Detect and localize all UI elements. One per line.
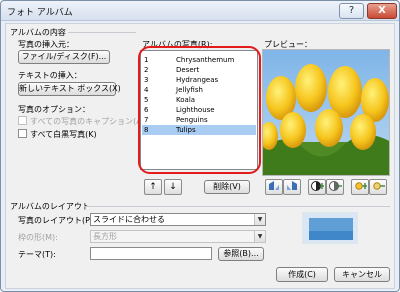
photo-album-dialog: フォト アルバム ? X アルバムの内容 写真の挿入元： ファイル/ディスク(F… <box>0 0 400 292</box>
tulips-preview-image <box>262 49 390 176</box>
theme-label: テーマ(T): <box>18 250 56 259</box>
window-title: フォト アルバム <box>7 8 73 18</box>
brightness-down-icon[interactable] <box>369 179 387 195</box>
highlight-ring <box>138 46 261 174</box>
theme-input[interactable] <box>90 247 212 260</box>
rotate-left-icon[interactable] <box>265 179 283 195</box>
captions-checkbox[interactable] <box>18 116 27 125</box>
chevron-down-icon: ▼ <box>254 231 265 242</box>
file-disk-button[interactable]: ファイル/ディスク(F)... <box>18 50 110 64</box>
create-button[interactable]: 作成(C) <box>276 267 328 282</box>
black-white-checkbox[interactable] <box>18 129 27 138</box>
cancel-button[interactable]: キャンセル <box>334 267 390 282</box>
picture-layout-select[interactable]: スライドに合わせる ▼ <box>90 213 266 226</box>
divider <box>84 206 390 207</box>
frame-shape-select[interactable]: 長方形 ▼ <box>90 230 266 243</box>
dialog-body: アルバムの内容 写真の挿入元： ファイル/ディスク(F)... テキストの挿入：… <box>5 23 395 289</box>
album-content-group-label: アルバムの内容 <box>10 28 66 37</box>
brightness-up-icon[interactable] <box>351 179 369 195</box>
picture-options-label: 写真のオプション： <box>18 105 90 114</box>
black-white-checkbox-label: すべて白黒写真(K) <box>30 130 97 139</box>
browse-button[interactable]: 参照(B)... <box>218 247 264 261</box>
help-button[interactable]: ? <box>339 3 364 19</box>
new-textbox-button[interactable]: 新しいテキスト ボックス(X) <box>18 82 121 96</box>
insert-picture-label: 写真の挿入元： <box>18 40 74 49</box>
contrast-up-icon[interactable] <box>308 179 326 195</box>
delete-button[interactable]: 削除(V) <box>204 180 250 194</box>
title-bar: フォト アルバム ? X <box>1 1 399 21</box>
move-down-button[interactable]: ↓ <box>164 179 182 195</box>
divider <box>68 32 136 33</box>
tulips-picture <box>263 50 389 175</box>
frame-shape-label: 枠の形(M): <box>18 233 58 242</box>
picture-layout-label: 写真のレイアウト(P): <box>18 216 96 225</box>
album-layout-group-label: アルバムのレイアウト <box>10 202 90 211</box>
captions-checkbox-label: すべての写真のキャプション(A) <box>30 117 145 126</box>
contrast-down-icon[interactable] <box>326 179 344 195</box>
close-button[interactable]: X <box>367 3 397 19</box>
insert-text-label: テキストの挿入： <box>18 71 82 80</box>
rotate-right-icon[interactable] <box>283 179 301 195</box>
layout-preview-thumbnail <box>302 212 358 244</box>
move-up-button[interactable]: ↑ <box>144 179 162 195</box>
chevron-down-icon: ▼ <box>254 214 265 225</box>
